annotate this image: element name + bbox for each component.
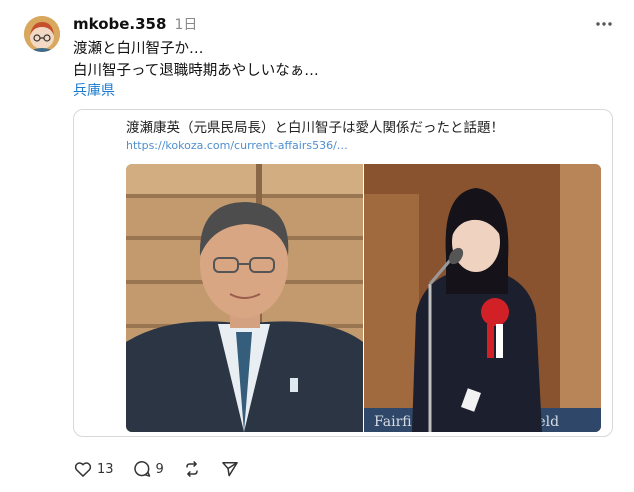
post-action-bar: 13 9 <box>73 458 258 480</box>
send-icon <box>220 459 240 479</box>
link-preview-card[interactable]: 渡瀬康英（元県民局長）と白川智子は愛人関係だったと話題！ https://kok… <box>73 109 613 437</box>
svg-text:Fairfi: Fairfi <box>374 414 412 430</box>
username[interactable]: mkobe.358 <box>73 15 166 33</box>
post-body: 渡瀬と白川智子か… 白川智子って退職時期あやしいなぁ… <box>73 38 319 82</box>
link-card-title: 渡瀬康英（元県民局長）と白川智子は愛人関係だったと話題！ <box>126 120 504 136</box>
location-link[interactable]: 兵庫県 <box>73 80 115 100</box>
comment-icon <box>132 459 152 479</box>
avatar[interactable] <box>24 16 60 52</box>
repost-button[interactable] <box>182 459 202 479</box>
post-line: 渡瀬と白川智子か… <box>73 41 204 57</box>
like-button[interactable]: 13 <box>73 459 114 479</box>
post-header: mkobe.358 1日 <box>73 14 197 34</box>
link-card-url: https://kokoza.com/current-affairs536/… <box>126 139 348 152</box>
share-button[interactable] <box>220 459 240 479</box>
woman-at-podium-photo: Fairfi field <box>364 164 601 432</box>
reply-count: 9 <box>155 461 164 477</box>
man-in-suit-photo <box>126 164 363 432</box>
like-count: 13 <box>97 461 114 477</box>
post-timestamp[interactable]: 1日 <box>174 14 197 34</box>
more-horizontal-icon[interactable] <box>594 16 614 32</box>
repost-icon <box>182 459 202 479</box>
post-line: 白川智子って退職時期あやしいなぁ… <box>73 63 319 79</box>
heart-icon <box>73 459 93 479</box>
reply-button[interactable]: 9 <box>132 459 164 479</box>
link-card-images: Fairfi field <box>126 164 601 432</box>
